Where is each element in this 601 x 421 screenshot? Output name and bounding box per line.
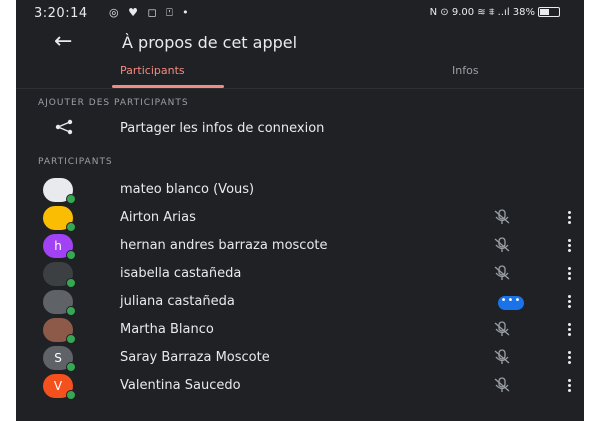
tab-bar: Participants Infos	[16, 58, 584, 89]
online-status-icon	[66, 278, 76, 288]
participants-header: PARTICIPANTS	[38, 157, 113, 167]
more-options-icon[interactable]	[568, 295, 572, 310]
more-options-icon[interactable]	[568, 323, 572, 338]
mic-off-icon	[492, 237, 512, 257]
add-participants-header: AJOUTER DES PARTICIPANTS	[38, 98, 189, 108]
mic-off-icon	[492, 377, 512, 397]
participant-name: Valentina Saucedo	[120, 378, 241, 393]
tab-infos[interactable]: Infos	[452, 64, 479, 77]
more-options-icon[interactable]	[568, 351, 572, 366]
online-status-icon	[66, 334, 76, 344]
online-status-icon	[66, 222, 76, 232]
status-right-info: N ⊙ 9.00 ≋ ⩨ ..ıl 38%	[430, 7, 560, 18]
participant-name: isabella castañeda	[120, 266, 242, 281]
participant-row-mateo-blanco-vous[interactable]: mateo blanco (Vous)	[16, 176, 584, 204]
status-bar: 3:20:14 ◎ ♥ ◻ ⍞ • N ⊙ 9.00 ≋ ⩨ ..ıl 38%	[16, 0, 584, 28]
participant-row-hernan-andres-barraza-moscote[interactable]: h hernan andres barraza moscote	[16, 232, 584, 260]
online-status-icon	[66, 362, 76, 372]
mic-off-icon	[492, 265, 512, 285]
participant-row-airton-arias[interactable]: Airton Arias	[16, 204, 584, 232]
online-status-icon	[66, 390, 76, 400]
participant-name: hernan andres barraza moscote	[120, 238, 328, 253]
participant-name: Martha Blanco	[120, 322, 214, 337]
speaking-indicator-icon: •••	[498, 296, 524, 310]
mic-off-icon	[492, 209, 512, 229]
more-options-icon[interactable]	[568, 211, 572, 226]
online-status-icon	[66, 250, 76, 260]
online-status-icon	[66, 194, 76, 204]
participant-row-valentina-saucedo[interactable]: V Valentina Saucedo	[16, 372, 584, 400]
participant-name: Saray Barraza Moscote	[120, 350, 270, 365]
participant-name: juliana castañeda	[120, 294, 235, 309]
share-connection-info-row[interactable]: Partager les infos de connexion	[16, 115, 584, 143]
mic-off-icon	[492, 321, 512, 341]
more-options-icon[interactable]	[568, 379, 572, 394]
back-arrow-icon[interactable]: ←	[54, 28, 72, 56]
app-bar: ← À propos de cet appel	[16, 28, 584, 58]
participant-name: mateo blanco (Vous)	[120, 182, 255, 197]
participant-row-juliana-castaneda[interactable]: juliana castañeda •••	[16, 288, 584, 316]
participant-row-saray-barraza-moscote[interactable]: S Saray Barraza Moscote	[16, 344, 584, 372]
more-options-icon[interactable]	[568, 239, 572, 254]
mic-off-icon	[492, 349, 512, 369]
notification-icons: ◎ ♥ ◻ ⍞ •	[109, 6, 192, 19]
participant-row-martha-blanco[interactable]: Martha Blanco	[16, 316, 584, 344]
status-indicators: N ⊙ 9.00 ≋ ⩨ ..ıl 38%	[429, 7, 535, 18]
call-info-screen: 3:20:14 ◎ ♥ ◻ ⍞ • N ⊙ 9.00 ≋ ⩨ ..ıl 38% …	[16, 0, 584, 421]
status-time: 3:20:14	[34, 6, 88, 21]
active-tab-indicator	[112, 85, 224, 88]
share-icon	[54, 119, 74, 139]
page-title: À propos de cet appel	[122, 33, 298, 52]
participant-name: Airton Arias	[120, 210, 196, 225]
battery-icon	[538, 7, 560, 17]
tab-participants[interactable]: Participants	[120, 64, 185, 77]
participant-row-isabella-castaneda[interactable]: isabella castañeda	[16, 260, 584, 288]
share-label: Partager les infos de connexion	[120, 121, 325, 136]
more-options-icon[interactable]	[568, 267, 572, 282]
online-status-icon	[66, 306, 76, 316]
